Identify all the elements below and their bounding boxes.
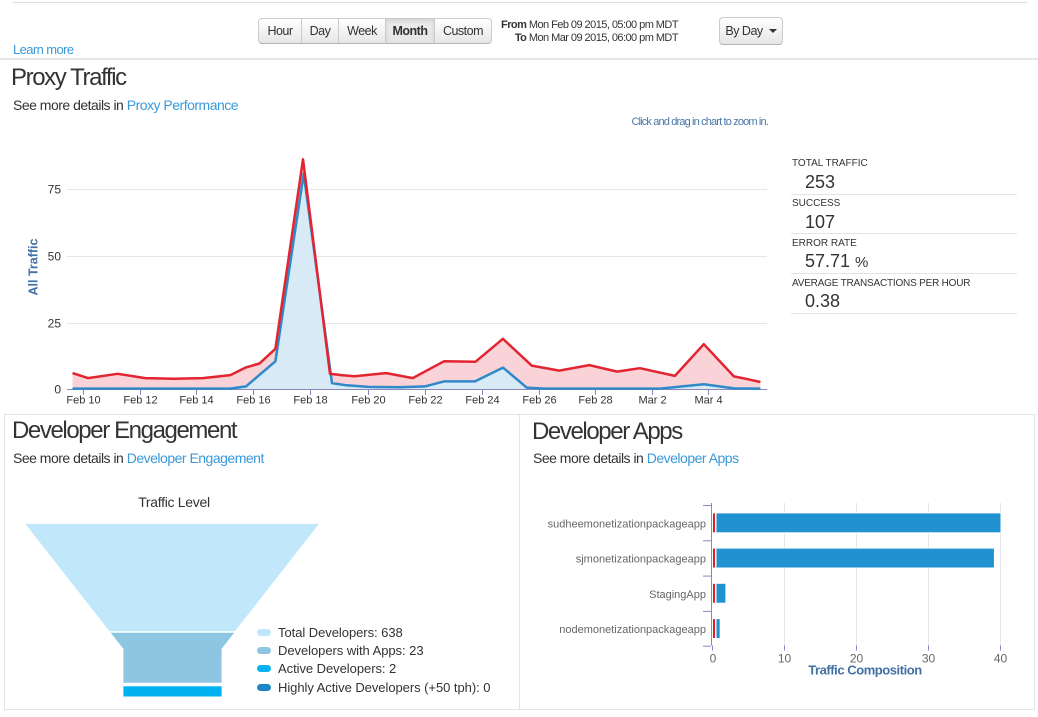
svg-text:30: 30: [922, 652, 936, 666]
svg-text:All Traffic: All Traffic: [27, 238, 41, 295]
svg-text:50: 50: [48, 250, 62, 264]
svg-text:sudheemonetizationpackageapp: sudheemonetizationpackageapp: [548, 519, 706, 531]
svg-text:Traffic Composition: Traffic Composition: [808, 663, 922, 678]
svg-text:Feb 10: Feb 10: [66, 395, 100, 407]
svg-text:Mar 2: Mar 2: [638, 395, 666, 407]
svg-text:sjmonetizationpackageapp: sjmonetizationpackageapp: [576, 554, 706, 566]
svg-text:StagingApp: StagingApp: [649, 589, 706, 601]
svg-text:Feb 26: Feb 26: [522, 395, 556, 407]
svg-text:0: 0: [54, 383, 61, 397]
svg-text:Feb 24: Feb 24: [465, 395, 499, 407]
svg-text:Feb 18: Feb 18: [293, 395, 327, 407]
svg-text:10: 10: [778, 652, 792, 666]
svg-text:25: 25: [48, 317, 62, 331]
svg-text:Feb 20: Feb 20: [351, 395, 385, 407]
svg-text:Mar 4: Mar 4: [694, 395, 722, 407]
svg-text:Feb 12: Feb 12: [123, 395, 157, 407]
svg-text:Feb 16: Feb 16: [236, 395, 270, 407]
svg-text:75: 75: [48, 183, 62, 197]
svg-text:0: 0: [710, 652, 717, 666]
svg-text:Feb 28: Feb 28: [578, 395, 612, 407]
svg-text:nodemonetizationpackageapp: nodemonetizationpackageapp: [559, 624, 706, 636]
svg-text:Feb 22: Feb 22: [408, 395, 442, 407]
svg-text:Feb 14: Feb 14: [179, 395, 213, 407]
svg-text:40: 40: [994, 652, 1008, 666]
